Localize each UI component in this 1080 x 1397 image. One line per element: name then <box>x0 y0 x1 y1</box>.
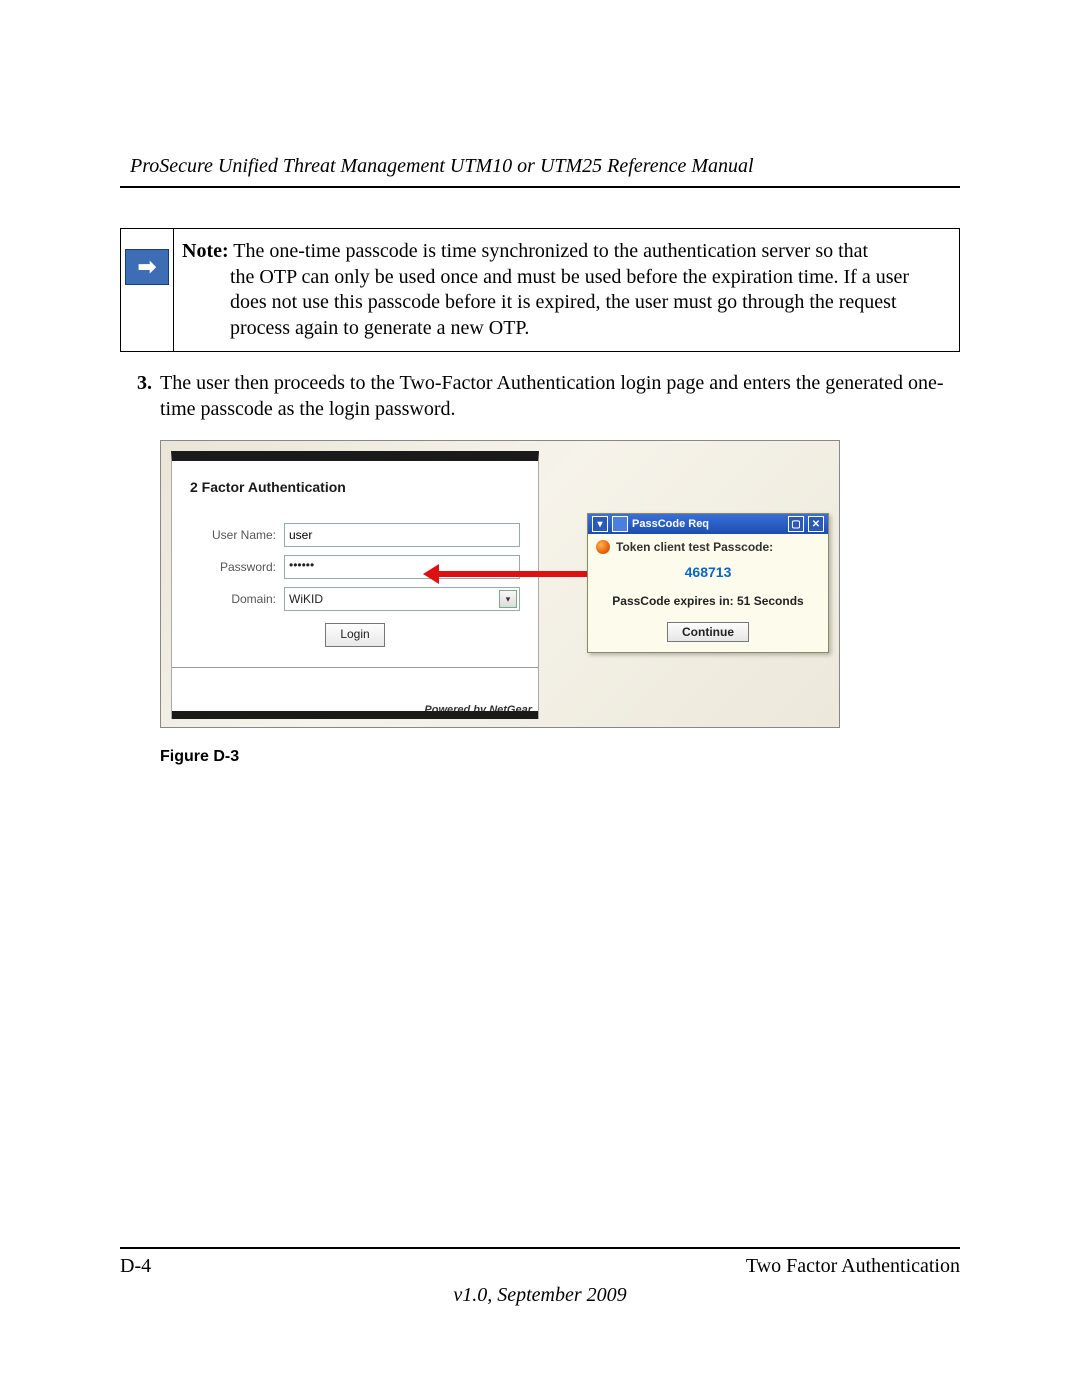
arrow-right-icon: ➡ <box>125 249 169 285</box>
step-item: 3. The user then proceeds to the Two-Fac… <box>120 370 960 422</box>
step-text: The user then proceeds to the Two-Factor… <box>160 370 960 422</box>
note-icon-cell: ➡ <box>121 229 174 351</box>
document-page: ProSecure Unified Threat Management UTM1… <box>0 0 1080 1397</box>
domain-select[interactable]: WiKID ▾ <box>284 587 520 611</box>
step-number: 3. <box>120 370 160 422</box>
login-panel: 2 Factor Authentication User Name: Passw… <box>171 451 539 719</box>
tooltip-heading-text: Token client test Passcode: <box>616 540 773 554</box>
password-label: Password: <box>190 560 284 574</box>
page-footer: D-4 Two Factor Authentication v1.0, Sept… <box>120 1247 960 1307</box>
minimize-icon[interactable]: ▢ <box>788 516 804 532</box>
passcode-value: 468713 <box>596 564 820 580</box>
chevron-down-icon[interactable]: ▾ <box>499 590 517 608</box>
figure-screenshot: 2 Factor Authentication User Name: Passw… <box>160 440 840 728</box>
tooltip-heading: Token client test Passcode: <box>596 540 820 554</box>
note-text: Note: The one-time passcode is time sync… <box>174 229 959 351</box>
dropdown-icon[interactable]: ▾ <box>592 516 608 532</box>
domain-label: Domain: <box>190 592 284 606</box>
username-input[interactable] <box>284 523 520 547</box>
token-icon <box>596 540 610 554</box>
figure-caption: Figure D-3 <box>160 748 960 766</box>
tooltip-body: Token client test Passcode: 468713 PassC… <box>588 534 828 652</box>
tooltip-titlebar: ▾ PassCode Req ▢ ✕ <box>588 514 828 534</box>
app-icon <box>612 516 628 532</box>
login-inner: 2 Factor Authentication User Name: Passw… <box>172 461 538 668</box>
note-label: Note: <box>182 240 229 262</box>
passcode-expires: PassCode expires in: 51 Seconds <box>596 594 820 608</box>
domain-row: Domain: WiKID ▾ <box>190 587 520 611</box>
figure-wrap: 2 Factor Authentication User Name: Passw… <box>160 440 960 766</box>
username-label: User Name: <box>190 528 284 542</box>
domain-value: WiKID <box>289 592 323 606</box>
username-row: User Name: <box>190 523 520 547</box>
expires-suffix: Seconds <box>750 594 803 608</box>
note-box: ➡ Note: The one-time passcode is time sy… <box>120 228 960 352</box>
passcode-tooltip: ▾ PassCode Req ▢ ✕ Token client test Pas… <box>587 513 829 653</box>
footer-section: Two Factor Authentication <box>746 1255 960 1278</box>
login-button[interactable]: Login <box>325 623 385 647</box>
footer-rule <box>120 1247 960 1249</box>
close-icon[interactable]: ✕ <box>808 516 824 532</box>
expires-prefix: PassCode expires in: <box>612 594 737 608</box>
doc-header-title: ProSecure Unified Threat Management UTM1… <box>120 155 960 186</box>
login-title: 2 Factor Authentication <box>190 479 520 495</box>
expires-seconds: 51 <box>737 594 750 608</box>
note-text-first: The one-time passcode is time synchroniz… <box>233 240 868 262</box>
page-number: D-4 <box>120 1255 151 1278</box>
footer-version: v1.0, September 2009 <box>120 1284 960 1307</box>
note-text-rest: the OTP can only be used once and must b… <box>182 265 949 342</box>
continue-button[interactable]: Continue <box>667 622 749 642</box>
login-bottom-bar <box>172 711 538 719</box>
header-rule <box>120 186 960 188</box>
tooltip-title-text: PassCode Req <box>632 518 709 530</box>
footer-row: D-4 Two Factor Authentication <box>120 1255 960 1278</box>
